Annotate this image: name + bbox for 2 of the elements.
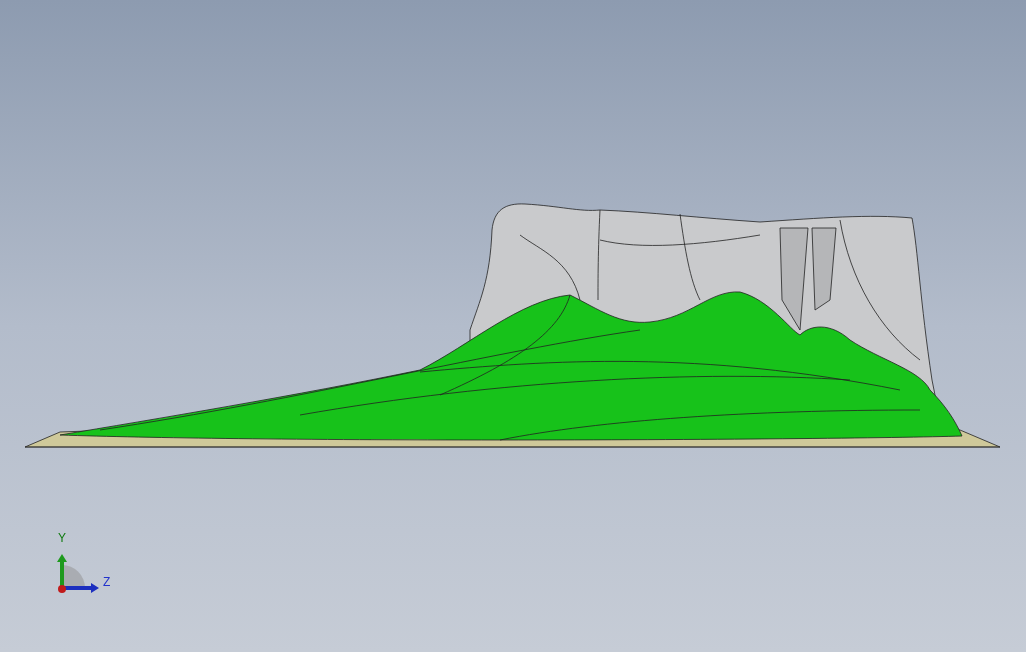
y-axis-label: Y [58,532,66,544]
z-axis-label: Z [103,576,111,588]
